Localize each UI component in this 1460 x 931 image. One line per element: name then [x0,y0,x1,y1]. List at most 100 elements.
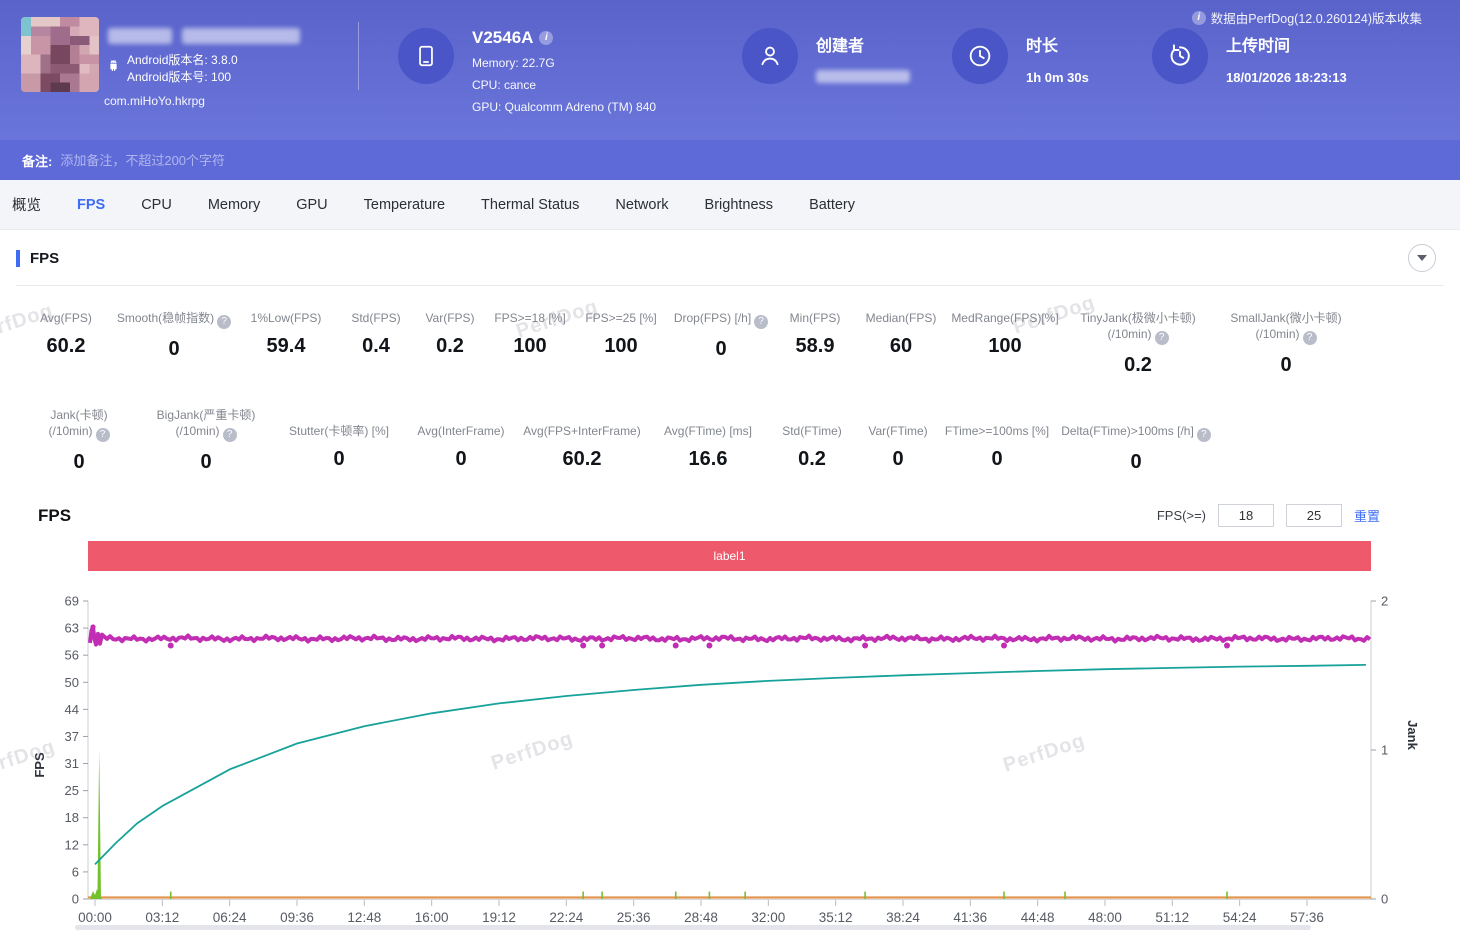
svg-text:44: 44 [65,702,79,717]
stat-cell: FPS>=18 [%]100 [486,310,574,358]
tab-cpu[interactable]: CPU [123,197,190,213]
upload-value: 18/01/2026 18:23:13 [1226,70,1347,85]
stat-cell: TinyJank(极微小卡顿) (/10min)? 0.2 [1064,310,1212,377]
tab-fps[interactable]: FPS [59,197,123,213]
stat-label: Min(FPS) [790,311,841,325]
stat-cell: Median(FPS) 60 [856,310,946,358]
stat-label-2: (/10min) [1107,327,1151,341]
stat-cell: Drop(FPS) [/h]? 0 [668,310,774,361]
help-icon[interactable]: ? [223,428,237,442]
stat-label: FPS>=18 [%] [494,311,565,325]
clock-icon [966,42,994,70]
svg-text:69: 69 [65,594,79,609]
chart-banner-label: label1 [713,549,745,563]
stat-label: BigJank(严重卡顿) [157,408,256,422]
svg-text:03:12: 03:12 [145,910,179,925]
stat-label: Drop(FPS) [/h] [674,311,751,325]
duration-info: 时长 1h 0m 30s [1026,32,1089,85]
stat-value: 60.2 [18,335,114,358]
svg-text:25:36: 25:36 [617,910,651,925]
note-bar: 备注: [0,140,1460,180]
tab-gpu[interactable]: GPU [278,197,345,213]
stat-value: 16.6 [648,448,768,471]
tab-memory[interactable]: Memory [190,197,278,213]
svg-text:57:36: 57:36 [1290,910,1324,925]
stat-label: MedRange(FPS)[%] [951,311,1058,325]
creator-circle [742,28,798,84]
stat-cell: MedRange(FPS)[%]100 [946,310,1064,358]
stat-value: 60 [856,335,946,358]
svg-text:FPS: FPS [32,752,47,778]
tab-battery[interactable]: Battery [791,197,873,213]
stat-cell: Avg(FPS+InterFrame) 60.2 [516,407,648,471]
stat-value: 100 [574,335,668,358]
help-icon[interactable]: ? [1197,428,1211,442]
android-version-code: Android版本号: 100 [127,69,238,86]
stat-value: 0.4 [338,335,414,358]
stat-label: Avg(FPS+InterFrame) [523,424,640,438]
note-label: 备注: [22,151,52,170]
fps-threshold-min-input[interactable] [1218,504,1274,527]
fps-threshold-max-input[interactable] [1286,504,1342,527]
collapse-section-button[interactable] [1408,244,1436,272]
device-info: V2546A i Memory: 22.7G CPU: cance GPU: Q… [472,28,656,114]
stat-cell: 1%Low(FPS)59.4 [234,310,338,358]
help-icon[interactable]: ? [217,315,231,329]
app-package-name: com.miHoYo.hkrpg [104,94,205,108]
reset-link[interactable]: 重置 [1354,506,1380,525]
upload-info: 上传时间 18/01/2026 18:23:13 [1226,32,1347,85]
stat-cell: Min(FPS) 58.9 [774,310,856,358]
stat-value: 0 [1212,354,1360,377]
app-avatar [21,17,99,92]
chart-head: FPS FPS(>=) 重置 [0,474,1460,527]
stat-value: 0 [114,338,234,361]
stat-label-2: (/10min) [48,424,92,438]
svg-text:54:24: 54:24 [1223,910,1257,925]
stat-value: 0 [668,338,774,361]
tab-thermal-status[interactable]: Thermal Status [463,197,597,213]
tab-temperature[interactable]: Temperature [346,197,463,213]
device-gpu: GPU: Qualcomm Adreno (TM) 840 [472,100,656,114]
collect-info-text: 数据由PerfDog(12.0.260124)版本收集 [1211,8,1422,27]
stat-value: 0 [940,448,1054,471]
app-name-redacted [108,28,300,44]
info-icon[interactable]: i [539,31,553,45]
fps-filter-controls: FPS(>=) 重置 [1157,504,1380,527]
pixelated-avatar-image [21,17,99,92]
svg-text:0: 0 [72,892,79,907]
svg-text:37: 37 [65,729,79,744]
help-icon[interactable]: ? [1155,331,1169,345]
stat-value: 0.2 [414,335,486,358]
stat-cell: Std(FPS)0.4 [338,310,414,358]
stat-label: TinyJank(极微小卡顿) [1080,311,1196,325]
tab-network[interactable]: Network [597,197,686,213]
creator-name-redacted [816,70,910,83]
duration-circle [952,28,1008,84]
phone-icon [413,43,439,69]
stat-cell: Avg(FPS)60.2 [18,310,114,358]
stat-label: Delta(FTime)>100ms [/h] [1061,424,1194,438]
chart-scrollbar[interactable] [75,925,1311,930]
stat-value: 58.9 [774,335,856,358]
help-icon[interactable]: ? [96,428,110,442]
stat-label: Median(FPS) [866,311,937,325]
tab-overview[interactable]: 概览 [0,194,59,215]
chart-title: FPS [38,506,71,526]
stat-value: 0.2 [1064,354,1212,377]
fps-chart-svg: 061218253137445056636901200:0003:1206:24… [0,576,1460,931]
stat-value: 60.2 [516,448,648,471]
stat-label: Avg(InterFrame) [417,424,504,438]
help-icon[interactable]: ? [1303,331,1317,345]
stat-label: Std(FTime) [782,424,842,438]
stat-value: 0 [856,448,940,471]
fps-filter-label: FPS(>=) [1157,508,1206,523]
help-icon[interactable]: ? [754,315,768,329]
stat-label-2: (/10min) [175,424,219,438]
svg-text:48:00: 48:00 [1088,910,1122,925]
svg-text:63: 63 [65,621,79,636]
tab-brightness[interactable]: Brightness [687,197,792,213]
svg-text:50: 50 [65,675,79,690]
note-input[interactable] [60,153,1438,168]
section-title: FPS [16,250,59,267]
device-circle [398,28,454,84]
